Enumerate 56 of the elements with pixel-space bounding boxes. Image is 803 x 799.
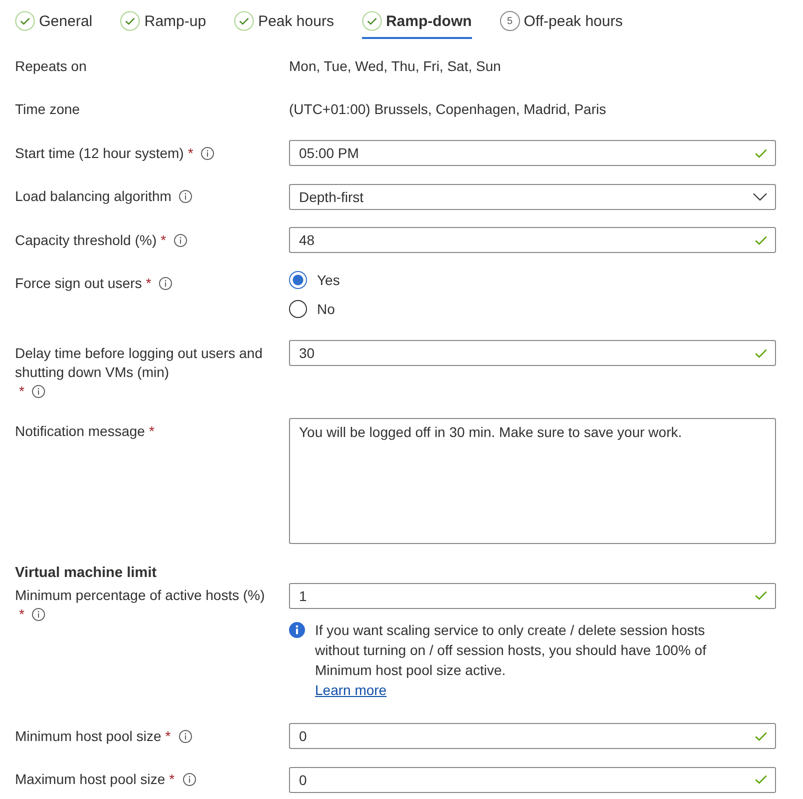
field-label: Repeats on xyxy=(15,56,87,76)
info-icon[interactable] xyxy=(32,384,46,398)
field-label: Capacity threshold (%) xyxy=(15,230,157,250)
text-field[interactable]: 1 xyxy=(289,582,776,608)
field-value: (UTC+01:00) Brussels, Copenhagen, Madrid, Paris xyxy=(289,101,606,117)
field-label: Minimum host pool size xyxy=(15,726,162,746)
check-circle-icon xyxy=(120,11,140,31)
required-mark: * xyxy=(169,770,175,789)
required-mark: * xyxy=(19,605,24,624)
field-label: Load balancing algorithm xyxy=(15,187,172,206)
radio-button[interactable] xyxy=(289,270,307,288)
message-field[interactable]: You will be logged off in 30 min. Make sure to save your work. xyxy=(289,418,776,544)
text-field[interactable]: 0 xyxy=(289,723,776,749)
field-value: Mon, Tue, Wed, Thu, Fri, Sat, Sun xyxy=(289,58,501,74)
radio-option[interactable]: No xyxy=(289,300,335,318)
check-circle-icon xyxy=(234,11,254,31)
radio-option[interactable]: Yes xyxy=(289,270,340,288)
info-icon[interactable] xyxy=(201,146,214,160)
step-number: 5 xyxy=(500,11,520,31)
wizard-tab[interactable]: Ramp-up xyxy=(120,0,206,39)
required-mark: * xyxy=(19,382,24,400)
wizard-tab[interactable]: General xyxy=(15,0,92,39)
field-label: Time zone xyxy=(15,100,80,119)
info-icon[interactable] xyxy=(32,608,46,621)
field-label: Force sign out users xyxy=(15,274,142,293)
field-label: Delay time before logging out users and shutting down VMs (min) xyxy=(15,344,264,382)
field-label: Notification message xyxy=(15,422,145,440)
radio-button[interactable] xyxy=(289,300,307,318)
dropdown[interactable]: Depth-first xyxy=(289,184,776,210)
info-icon[interactable] xyxy=(179,190,192,203)
info-icon[interactable] xyxy=(159,277,172,290)
text-field[interactable]: 48 xyxy=(289,227,776,253)
section-heading: Virtual machine limit xyxy=(15,564,157,582)
wizard-tab[interactable]: Ramp-down xyxy=(362,0,472,39)
check-circle-icon xyxy=(15,11,35,31)
learn-more-link[interactable]: Learn more xyxy=(315,682,387,698)
text-field[interactable]: 0 xyxy=(289,766,776,792)
info-icon[interactable] xyxy=(174,234,188,246)
required-mark: * xyxy=(165,726,171,746)
field-label: Maximum host pool size xyxy=(15,770,166,789)
text-field[interactable]: 05:00 PM xyxy=(289,140,776,166)
chevron-down-icon xyxy=(753,192,767,200)
required-mark: * xyxy=(188,144,194,162)
info-icon xyxy=(289,622,305,638)
info-icon[interactable] xyxy=(182,773,196,786)
wizard-tab[interactable]: Peak hours xyxy=(234,0,334,39)
text-field[interactable]: 30 xyxy=(289,340,776,366)
required-mark: * xyxy=(148,422,154,440)
field-label: Start time (12 hour system) xyxy=(15,144,184,162)
required-mark: * xyxy=(146,274,152,293)
required-mark: * xyxy=(160,230,166,250)
check-circle-icon xyxy=(362,11,382,31)
info-icon[interactable] xyxy=(178,730,192,742)
wizard-tab[interactable]: 5 Off-peak hours xyxy=(500,0,623,39)
info-note-text: If you want scaling service to only create / delete session hosts without turning on / off session hosts, you should have 100% of Minimum host pool size active. xyxy=(315,620,708,680)
field-label: Minimum percentage of active hosts (%) xyxy=(15,586,265,605)
